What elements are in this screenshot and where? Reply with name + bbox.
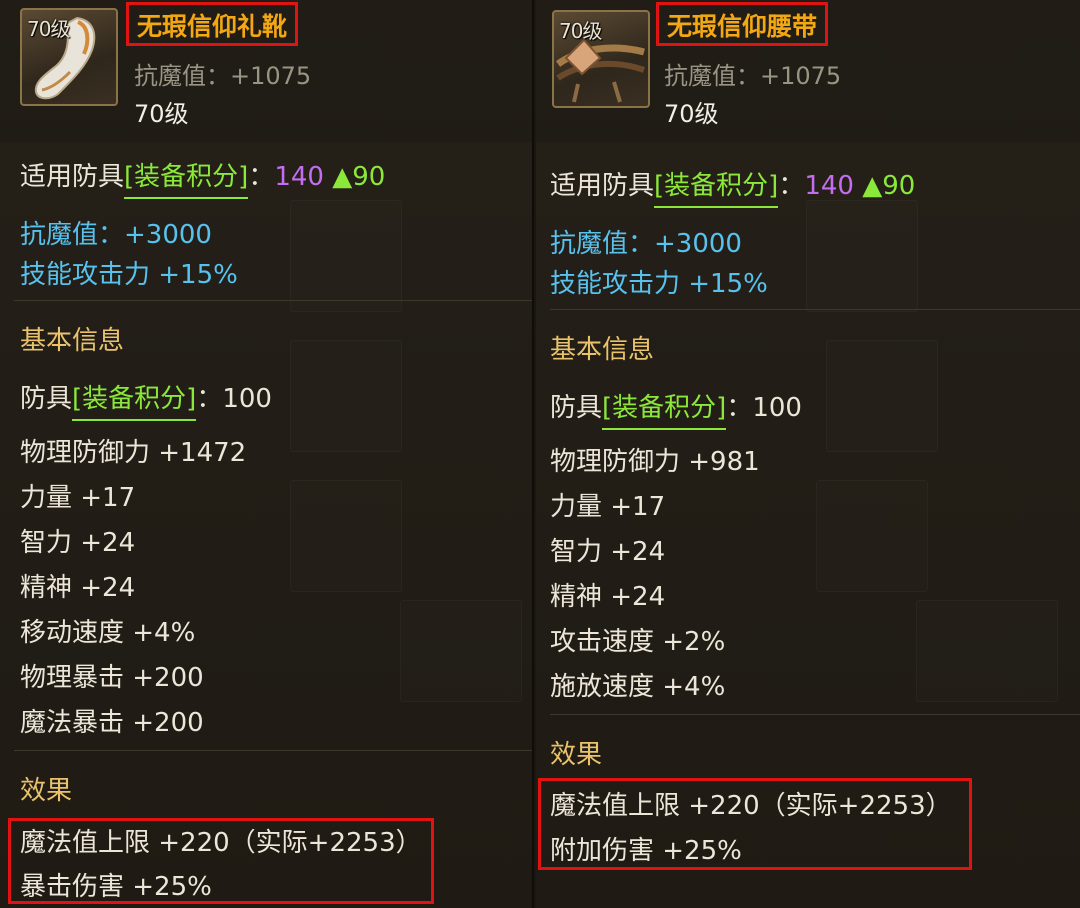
divider [14,300,532,301]
item-tooltip-boots: 70级 无瑕信仰礼靴 抗魔值：+1075 70级 适用防具[装备积分]：140 … [0,0,534,908]
basic-stat: 精神 +24 [550,582,666,612]
item-tooltip-belt: 70级 无瑕信仰腰带 抗魔值：+1075 70级 适用防具[装备积分]：140 … [536,0,1080,908]
equip-score-delta: ▲90 [862,171,916,201]
item-level: 70级 [664,100,719,128]
bonus-stat: 抗魔值：+3000 [20,220,212,250]
basic-stat: 魔法暴击 +200 [20,708,204,738]
basic-score-label: 防具 [550,393,603,423]
item-level: 70级 [134,100,189,128]
basic-stat: 攻击速度 +2% [550,627,726,657]
equip-score-tag[interactable]: [装备积分] [654,165,779,208]
item-level-badge: 70级 [27,17,70,41]
equip-score-colon: ： [248,162,275,192]
equip-score-delta: ▲90 [332,162,386,192]
effect-line: 魔法值上限 +220（实际+2253） [550,791,952,821]
basic-stat: 施放速度 +4% [550,672,726,702]
basic-score-line: 防具[装备积分]：100 [20,378,272,421]
effect-line: 暴击伤害 +25% [20,872,212,902]
section-title-effect: 效果 [20,776,73,806]
basic-stat: 智力 +24 [20,528,136,558]
effect-line: 魔法值上限 +220（实际+2253） [20,828,422,858]
basic-score-value: 100 [222,384,272,414]
basic-score-value: 100 [752,393,802,423]
basic-stat: 物理防御力 +981 [550,447,760,477]
section-title-basic: 基本信息 [20,326,125,356]
basic-score-colon: ： [726,393,753,423]
basic-stat: 力量 +17 [20,483,136,513]
bonus-stat: 技能攻击力 +15% [550,269,768,299]
equip-score-line: 适用防具[装备积分]：140 ▲90 [550,165,916,208]
equip-score-colon: ： [778,171,805,201]
basic-stat: 智力 +24 [550,537,666,567]
equip-score-value: 140 [274,162,324,192]
basic-stat: 力量 +17 [550,492,666,522]
item-magic-resist: 抗魔值：+1075 [664,62,842,90]
item-magic-resist: 抗魔值：+1075 [134,62,312,90]
item-name: 无瑕信仰腰带 [656,2,829,46]
divider [550,714,1080,715]
item-level-badge: 70级 [559,19,602,43]
item-name: 无瑕信仰礼靴 [126,2,299,46]
basic-score-tag[interactable]: [装备积分] [602,387,727,430]
bonus-stat: 技能攻击力 +15% [20,260,238,290]
section-title-basic: 基本信息 [550,335,655,365]
basic-stat: 精神 +24 [20,573,136,603]
equip-score-line: 适用防具[装备积分]：140 ▲90 [20,156,386,199]
basic-stat: 物理防御力 +1472 [20,438,247,468]
belt-icon[interactable]: 70级 [552,10,650,108]
equip-score-value: 140 [804,171,854,201]
boot-icon[interactable]: 70级 [20,8,118,106]
basic-stat: 移动速度 +4% [20,618,196,648]
divider [550,309,1080,310]
basic-stat: 物理暴击 +200 [20,663,204,693]
basic-score-line: 防具[装备积分]：100 [550,387,802,430]
section-title-effect: 效果 [550,740,603,770]
basic-score-tag[interactable]: [装备积分] [72,378,197,421]
basic-score-colon: ： [196,384,223,414]
equip-score-tag[interactable]: [装备积分] [124,156,249,199]
equip-score-label: 适用防具 [550,171,655,201]
basic-score-label: 防具 [20,384,73,414]
effect-line: 附加伤害 +25% [550,836,742,866]
bonus-stat: 抗魔值：+3000 [550,229,742,259]
divider [14,750,532,751]
equip-score-label: 适用防具 [20,162,125,192]
